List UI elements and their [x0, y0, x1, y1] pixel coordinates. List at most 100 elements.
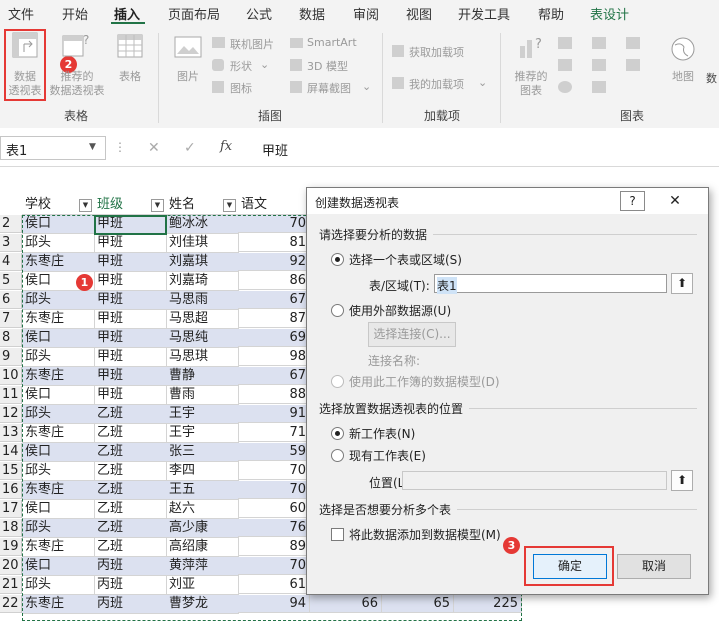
cell-chinese[interactable]: 60: [238, 500, 310, 518]
cell-class[interactable]: 乙班: [94, 538, 167, 557]
location-input[interactable]: [402, 471, 667, 490]
cell-chinese[interactable]: 89: [238, 538, 310, 556]
cell-class[interactable]: 乙班: [94, 500, 167, 519]
row-number[interactable]: 18: [0, 519, 22, 537]
combo-chart-icon[interactable]: [626, 59, 640, 71]
cell-school[interactable]: 东枣庄: [22, 424, 95, 443]
cell-school[interactable]: 侯口: [22, 329, 95, 348]
column-chart-icon[interactable]: [558, 37, 572, 49]
row-number[interactable]: 3: [0, 234, 22, 252]
header-class[interactable]: 班级 ▼: [94, 196, 170, 215]
cell-name[interactable]: 王宇: [166, 405, 239, 424]
row-number[interactable]: 6: [0, 291, 22, 309]
cell-chinese[interactable]: 76: [238, 519, 310, 537]
line-chart-icon[interactable]: [558, 59, 572, 71]
label-select-table[interactable]: 选择一个表或区域(S): [349, 251, 462, 268]
statistic-chart-icon[interactable]: [626, 37, 640, 49]
row-number[interactable]: 2: [0, 215, 22, 233]
cell-chinese[interactable]: 98: [238, 348, 310, 366]
cell-class[interactable]: 乙班: [94, 519, 167, 538]
cell-school[interactable]: 侯口: [22, 443, 95, 462]
cell-school[interactable]: 侯口: [22, 215, 95, 234]
cell-class[interactable]: 甲班: [94, 348, 167, 367]
tab-data[interactable]: 数据: [299, 4, 325, 23]
cell-class[interactable]: 丙班: [94, 576, 167, 595]
row-number[interactable]: 11: [0, 386, 22, 404]
table-button[interactable]: 表格: [110, 28, 150, 102]
cell-school[interactable]: 邱头: [22, 234, 95, 253]
row-number[interactable]: 19: [0, 538, 22, 556]
cell-name[interactable]: 鲍冰冰: [166, 215, 239, 234]
cell-chinese[interactable]: 69: [238, 329, 310, 347]
cell-chinese[interactable]: 92: [238, 253, 310, 271]
cell-name[interactable]: 王宇: [166, 424, 239, 443]
label-existing-sheet[interactable]: 现有工作表(E): [349, 447, 426, 464]
tab-view[interactable]: 视图: [406, 4, 432, 23]
cell-name[interactable]: 马思雨: [166, 291, 239, 310]
row-number[interactable]: 8: [0, 329, 22, 347]
add-to-model-checkbox[interactable]: [331, 528, 344, 541]
cell-school[interactable]: 邱头: [22, 519, 95, 538]
cell-name[interactable]: 高少康: [166, 519, 239, 538]
cell-class[interactable]: 甲班: [94, 310, 167, 329]
cell-chinese[interactable]: 71: [238, 424, 310, 442]
tab-help[interactable]: 帮助: [538, 4, 564, 23]
radio-existing-sheet[interactable]: [331, 449, 344, 462]
cell-school[interactable]: 侯口: [22, 386, 95, 405]
label-data-model[interactable]: 使用此工作簿的数据模型(D): [349, 373, 500, 390]
row-number[interactable]: 22: [0, 595, 22, 613]
cell-math[interactable]: 66: [310, 595, 382, 613]
cell-name[interactable]: 赵六: [166, 500, 239, 519]
waterfall-chart-icon[interactable]: [592, 59, 606, 71]
formula-input[interactable]: 甲班: [262, 140, 288, 159]
cell-class[interactable]: 甲班: [94, 234, 167, 253]
cell-chinese[interactable]: 70: [238, 215, 310, 233]
cell-chinese[interactable]: 70: [238, 557, 310, 575]
cell-chinese[interactable]: 81: [238, 234, 310, 252]
cell-class[interactable]: 甲班: [94, 367, 167, 386]
tab-file[interactable]: 文件: [8, 4, 34, 23]
row-number[interactable]: 5: [0, 272, 22, 290]
choose-connection-button[interactable]: 选择连接(C)...: [368, 322, 456, 347]
cell-name[interactable]: 曹雨: [166, 386, 239, 405]
cell-name[interactable]: 高绍康: [166, 538, 239, 557]
label-add-to-model[interactable]: 将此数据添加到数据模型(M): [349, 526, 501, 543]
range-picker-button[interactable]: ⬆: [671, 273, 693, 294]
cancel-icon[interactable]: ✕: [148, 140, 160, 156]
cell-school[interactable]: 邱头: [22, 405, 95, 424]
tab-table-design[interactable]: 表设计: [590, 4, 629, 23]
label-new-sheet[interactable]: 新工作表(N): [349, 425, 415, 442]
cell-class[interactable]: 乙班: [94, 424, 167, 443]
cell-name[interactable]: 刘嘉琦: [166, 272, 239, 291]
cell-chinese[interactable]: 91: [238, 405, 310, 423]
enter-check-icon[interactable]: ✓: [184, 140, 196, 156]
cell-class[interactable]: 乙班: [94, 481, 167, 500]
cell-chinese[interactable]: 87: [238, 310, 310, 328]
cancel-button[interactable]: 取消: [617, 554, 691, 579]
header-chinese[interactable]: 语文: [238, 196, 314, 215]
recommended-charts-button[interactable]: ? 推荐的 图表: [508, 28, 554, 102]
cell-chinese[interactable]: 88: [238, 386, 310, 404]
row-number[interactable]: 20: [0, 557, 22, 575]
cell-school[interactable]: 邱头: [22, 576, 95, 595]
insert-function-icon[interactable]: fx: [220, 139, 232, 154]
cell-class[interactable]: 甲班: [94, 386, 167, 405]
label-external-source[interactable]: 使用外部数据源(U): [349, 302, 451, 319]
cell-name[interactable]: 李四: [166, 462, 239, 481]
row-number[interactable]: 16: [0, 481, 22, 499]
cell-class[interactable]: 乙班: [94, 405, 167, 424]
cell-chinese[interactable]: 59: [238, 443, 310, 461]
cell-school[interactable]: 邱头: [22, 291, 95, 310]
cell-school[interactable]: 东枣庄: [22, 481, 95, 500]
row-number[interactable]: 4: [0, 253, 22, 271]
row-number[interactable]: 17: [0, 500, 22, 518]
cell-school[interactable]: 东枣庄: [22, 253, 95, 272]
cell-name[interactable]: 马思超: [166, 310, 239, 329]
cell-class[interactable]: 乙班: [94, 443, 167, 462]
cell-class[interactable]: 丙班: [94, 595, 167, 614]
cell-chinese[interactable]: 61: [238, 576, 310, 594]
hierarchy-chart-icon[interactable]: [592, 37, 606, 49]
radio-external-source[interactable]: [331, 304, 344, 317]
cell-name[interactable]: 黄萍萍: [166, 557, 239, 576]
cell-school[interactable]: 东枣庄: [22, 367, 95, 386]
